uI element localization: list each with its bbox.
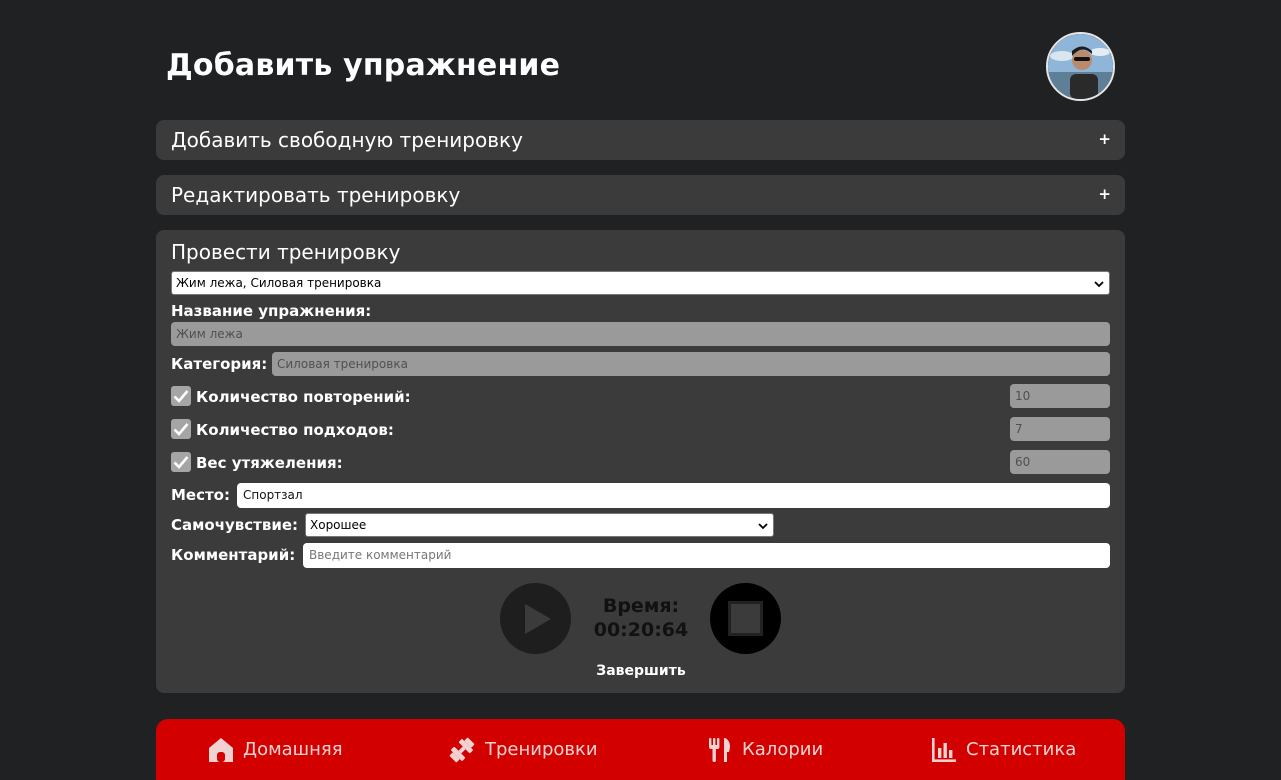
reps-label: Количество повторений: [196, 388, 411, 406]
place-label: Место: [171, 486, 230, 504]
checkmark-icon [173, 390, 189, 403]
weight-input: 60 [1010, 450, 1110, 474]
category-input: Силовая тренировка [272, 352, 1110, 376]
wellbeing-label: Самочувствие: [171, 516, 299, 534]
wellbeing-select-value: Хорошее [310, 518, 367, 532]
category-label: Категория: [171, 355, 268, 373]
weight-checkbox[interactable] [171, 452, 191, 472]
expand-icon[interactable]: + [1098, 184, 1111, 204]
stop-icon [728, 601, 763, 636]
nav-item-statistics[interactable]: Статистика [930, 736, 1080, 764]
chevron-down-icon [758, 523, 768, 530]
bottom-navigation: Домашняя Тренировки Калории Статистика [156, 719, 1125, 780]
bar-chart-icon [932, 738, 956, 762]
nav-label: Тренировки [485, 739, 598, 760]
dumbbell-icon [449, 737, 475, 763]
expand-icon[interactable]: + [1098, 129, 1111, 149]
weight-label: Вес утяжеления: [196, 454, 343, 472]
sets-label: Количество подходов: [196, 421, 394, 439]
timer-label: Время: [602, 595, 680, 617]
nav-item-home[interactable]: Домашняя [207, 736, 347, 764]
comment-input[interactable]: Введите комментарий [303, 543, 1110, 568]
timer-value: 00:20:64 [593, 619, 689, 641]
edit-workout-accordion[interactable]: Редактировать тренировку + [156, 175, 1125, 215]
exercise-name-input: Жим лежа [171, 322, 1110, 346]
workout-select[interactable]: Жим лежа, Силовая тренировка [171, 271, 1110, 295]
checkmark-icon [173, 423, 189, 436]
page-title: Добавить упражнение [166, 48, 561, 83]
finish-button[interactable]: Завершить [591, 662, 691, 680]
panel-title: Провести тренировку [171, 240, 401, 264]
accordion-title: Добавить свободную тренировку [171, 128, 523, 152]
workout-select-value: Жим лежа, Силовая тренировка [176, 276, 382, 290]
play-icon [525, 604, 551, 634]
wellbeing-select[interactable]: Хорошее [305, 513, 774, 537]
avatar-photo [1048, 34, 1113, 99]
conduct-workout-panel: Провести тренировку Жим лежа, Силовая тр… [156, 230, 1125, 693]
exercise-name-label: Название упражнения: [171, 302, 372, 320]
home-icon [209, 738, 233, 762]
stop-button[interactable] [710, 583, 781, 654]
nav-label: Калории [742, 739, 824, 760]
reps-input: 10 [1010, 384, 1110, 408]
nav-label: Статистика [966, 739, 1077, 760]
accordion-title: Редактировать тренировку [171, 183, 461, 207]
chevron-down-icon [1094, 281, 1104, 288]
avatar[interactable] [1046, 32, 1115, 101]
utensils-icon [709, 738, 730, 762]
nav-item-calories[interactable]: Калории [706, 736, 836, 764]
place-input[interactable]: Спортзал [237, 483, 1110, 508]
add-free-workout-accordion[interactable]: Добавить свободную тренировку + [156, 120, 1125, 160]
sets-checkbox[interactable] [171, 419, 191, 439]
sets-input: 7 [1010, 417, 1110, 441]
reps-checkbox[interactable] [171, 386, 191, 406]
nav-label: Домашняя [243, 739, 343, 760]
play-button[interactable] [500, 583, 571, 654]
checkmark-icon [173, 456, 189, 469]
nav-item-workouts[interactable]: Тренировки [448, 736, 608, 764]
comment-label: Комментарий: [171, 546, 296, 564]
